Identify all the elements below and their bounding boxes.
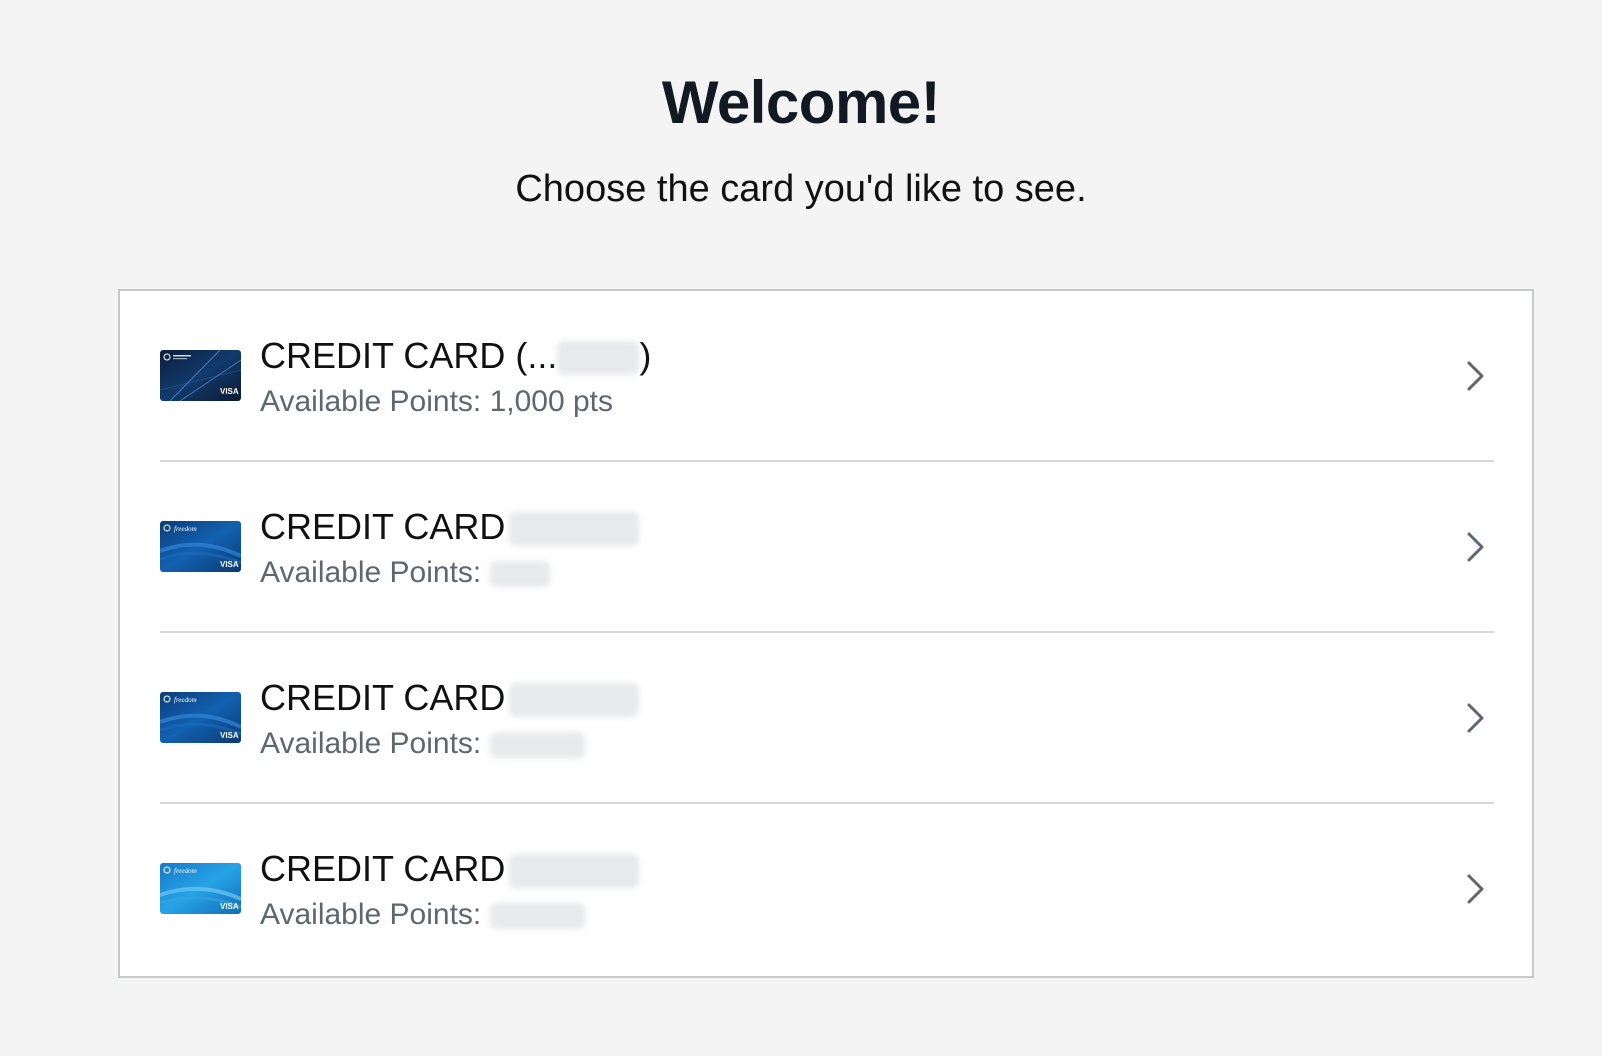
card-name: CREDIT CARD0000 xyxy=(260,848,640,890)
redacted-card-number: 0000 xyxy=(557,341,640,376)
redacted-card-number: 0000 xyxy=(509,854,640,889)
chevron-right-icon[interactable] xyxy=(1464,872,1488,906)
card-points: Available Points: 0 xyxy=(260,898,585,932)
card-name: CREDIT CARD0000 xyxy=(260,677,640,719)
freedom-card-art: freedom VISA xyxy=(160,692,241,743)
svg-text:freedom: freedom xyxy=(174,525,197,533)
chevron-right-icon[interactable] xyxy=(1464,701,1488,735)
card-points: Available Points: 1,000 pts xyxy=(260,385,614,418)
redacted-points: 0 xyxy=(489,561,550,588)
page-subtitle: Choose the card you'd like to see. xyxy=(515,168,1087,210)
card-row[interactable]: freedom VISA CREDIT CARD0000 Available P… xyxy=(160,804,1494,975)
svg-text:freedom: freedom xyxy=(174,696,197,704)
card-row[interactable]: freedom VISA CREDIT CARD0000 Available P… xyxy=(160,633,1494,804)
svg-text:VISA: VISA xyxy=(220,902,239,911)
page-title: Welcome! xyxy=(661,69,941,136)
card-name: CREDIT CARD0000 xyxy=(260,506,640,548)
card-points: Available Points: 0 xyxy=(260,556,550,590)
card-points: Available Points: 0 xyxy=(260,727,585,761)
svg-text:VISA: VISA xyxy=(220,731,239,740)
redacted-card-number: 0000 xyxy=(509,683,640,718)
chevron-right-icon[interactable] xyxy=(1464,530,1488,564)
svg-text:VISA: VISA xyxy=(220,387,239,396)
freedom-light-card-art: freedom VISA xyxy=(160,863,241,914)
redacted-card-number: 0000 xyxy=(509,512,640,547)
freedom-card-art: freedom VISA xyxy=(160,521,241,572)
svg-text:freedom: freedom xyxy=(174,867,197,875)
svg-text:VISA: VISA xyxy=(220,560,239,569)
sapphire-card-art: VISA xyxy=(160,350,241,401)
card-list: VISA CREDIT CARD (...0000) Available Poi… xyxy=(118,289,1534,978)
redacted-points: 0 xyxy=(489,903,585,930)
redacted-points: 0 xyxy=(489,732,585,759)
card-row[interactable]: freedom VISA CREDIT CARD0000 Available P… xyxy=(160,462,1494,633)
card-name: CREDIT CARD (...0000) xyxy=(260,335,652,376)
chevron-right-icon[interactable] xyxy=(1464,359,1488,393)
card-row[interactable]: VISA CREDIT CARD (...0000) Available Poi… xyxy=(160,291,1494,462)
